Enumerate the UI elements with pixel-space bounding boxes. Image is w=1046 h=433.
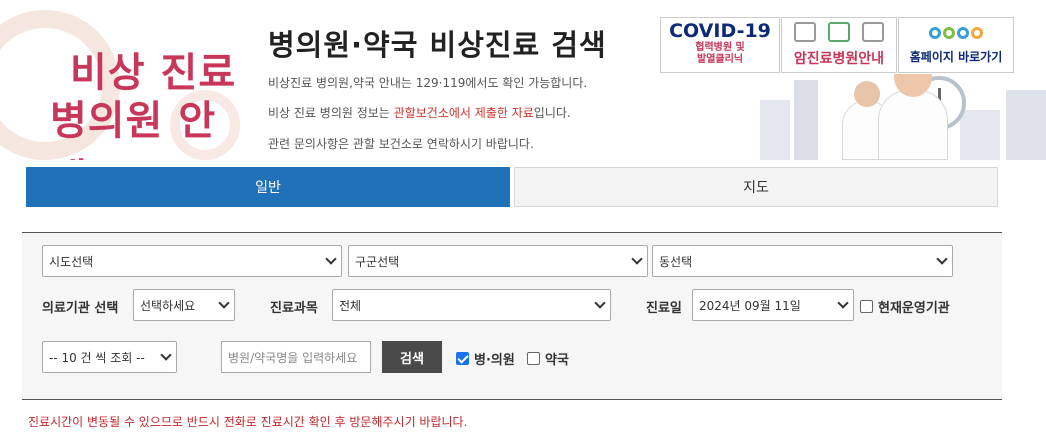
dept-select-value: 전체	[339, 298, 362, 313]
homepage-logo-icon	[899, 18, 1013, 48]
page-size-select-value: -- 10 건 씩 조회 --	[49, 350, 145, 365]
search-panel: 시도선택 구군선택 동선택 의료기관 선택 선택하세요 진료과목 전체 진료일 …	[22, 232, 1002, 400]
ambulance-icon	[862, 22, 884, 42]
building-icon	[794, 22, 816, 42]
covid-banner-line2: 발열클리닉	[697, 54, 743, 65]
pharmacy-checkbox[interactable]: 약국	[527, 349, 569, 368]
tab-general[interactable]: 일반	[26, 167, 510, 207]
checkbox-icon	[527, 352, 540, 365]
chevron-down-icon	[594, 297, 606, 309]
covid-banner[interactable]: COVID-19 협력병원 및 발열클리닉	[660, 17, 780, 73]
info-line-1: 비상진료 병의원,약국 안내는 129·119에서도 확인 가능합니다.	[268, 76, 588, 90]
homepage-banner[interactable]: 홈페이지 바로가기	[898, 17, 1014, 73]
hospital-checkbox-label: 병·의원	[474, 353, 515, 368]
date-label: 진료일	[646, 301, 682, 316]
keyword-input-placeholder: 병원/약국명을 입력하세요	[228, 350, 358, 365]
date-select-value: 2024년 09월 11일	[699, 298, 801, 313]
open-now-checkbox[interactable]: 현재운영기관	[860, 297, 950, 316]
checkbox-checked-icon	[456, 352, 469, 365]
gugun-select-value: 구군선택	[355, 254, 400, 269]
keyword-input[interactable]: 병원/약국명을 입력하세요	[221, 341, 371, 373]
notice-text: 진료시간이 변동될 수 있으므로 반드시 전화로 진료시간 확인 후 방문해주시…	[28, 415, 468, 429]
gugun-select[interactable]: 구군선택	[348, 245, 648, 277]
pharmacy-checkbox-label: 약국	[545, 353, 569, 368]
tab-map[interactable]: 지도	[514, 167, 998, 207]
covid-banner-line1: 협력병원 및	[695, 42, 745, 53]
org-type-label: 의료기관 선택	[42, 301, 119, 316]
doctors-illustration	[760, 74, 1046, 160]
header-banner: 비상 진료 병의원 안내 병의원·약국 비상진료 검색 비상진료 병의원,약국 …	[0, 0, 1046, 160]
dept-select[interactable]: 전체	[332, 289, 611, 321]
dong-select[interactable]: 동선택	[652, 245, 953, 277]
org-type-select[interactable]: 선택하세요	[133, 289, 235, 321]
info-line-2-highlight: 관할보건소에서 제출한 자료	[393, 106, 534, 120]
pharmacy-icon	[828, 22, 850, 42]
open-now-label: 현재운영기관	[878, 301, 950, 316]
homepage-banner-label: 홈페이지 바로가기	[909, 50, 1003, 64]
search-button[interactable]: 검색	[382, 341, 442, 373]
covid-banner-title: COVID-19	[669, 20, 771, 42]
info-line-2-post: 입니다.	[533, 106, 571, 120]
date-select[interactable]: 2024년 09월 11일	[692, 289, 854, 321]
logo-title-line2: 병의원 안내	[50, 98, 217, 160]
chevron-down-icon	[936, 253, 948, 265]
org-type-select-value: 선택하세요	[140, 298, 196, 313]
chevron-down-icon	[160, 349, 172, 361]
hospital-checkbox[interactable]: 병·의원	[456, 349, 515, 368]
dong-select-value: 동선택	[659, 254, 693, 269]
chevron-down-icon	[218, 297, 230, 309]
chevron-down-icon	[325, 253, 337, 265]
chevron-down-icon	[837, 297, 849, 309]
page-title: 병의원·약국 비상진료 검색	[268, 28, 607, 62]
doctor-figure	[878, 74, 948, 160]
emergency-logo: 비상 진료 병의원 안내	[0, 0, 250, 160]
info-line-3: 관련 문의사항은 관할 보건소로 연락하시기 바랍니다.	[268, 137, 534, 151]
dept-label: 진료과목	[270, 301, 318, 316]
cancer-banner-label: 암진료병원안내	[793, 51, 885, 67]
cancer-hospital-banner[interactable]: 암진료병원안내	[781, 17, 897, 73]
hospital-icons	[782, 18, 896, 46]
sido-select[interactable]: 시도선택	[42, 245, 342, 277]
chevron-down-icon	[631, 253, 643, 265]
info-line-2: 비상 진료 병의원 정보는 관할보건소에서 제출한 자료입니다.	[268, 104, 571, 121]
sido-select-value: 시도선택	[49, 254, 94, 269]
checkbox-icon	[860, 300, 873, 313]
info-line-2-pre: 비상 진료 병의원 정보는	[268, 106, 394, 120]
page-size-select[interactable]: -- 10 건 씩 조회 --	[42, 341, 177, 373]
